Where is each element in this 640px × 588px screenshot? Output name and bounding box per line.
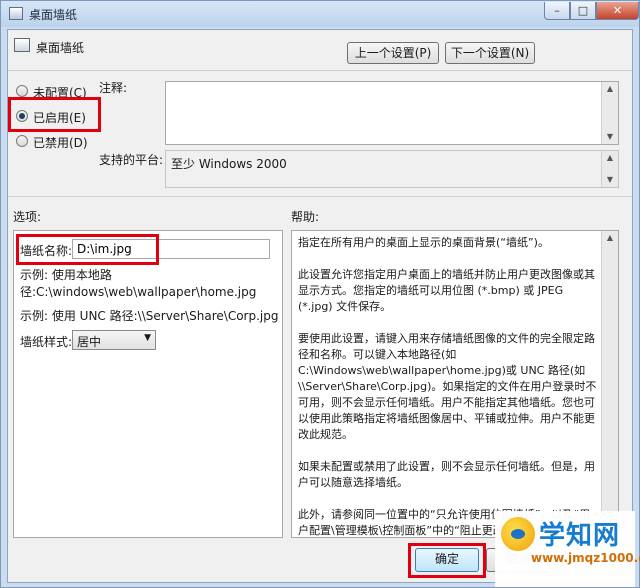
chevron-down-icon[interactable]: ▼ [144, 333, 151, 343]
comment-label: 注释: [99, 81, 128, 95]
platform-value: 至少 Windows 2000 [171, 157, 287, 171]
minimize-button[interactable]: – [544, 2, 570, 20]
options-section-label: 选项: [13, 210, 42, 224]
scroll-up-arrow-icon[interactable]: ▲ [602, 82, 618, 96]
scroll-up-arrow-icon[interactable]: ▲ [602, 231, 618, 245]
radio-disabled-label: 已禁用(D) [33, 136, 88, 150]
middle-divider [8, 196, 632, 197]
scroll-down-arrow-icon[interactable]: ▼ [602, 130, 618, 144]
radio-not-configured-circle[interactable] [16, 85, 28, 97]
window-title: 桌面墙纸 [29, 8, 78, 22]
site-watermark: 学知网 www.jmqz1000.com [495, 511, 640, 587]
wallpaper-style-label: 墙纸样式: [20, 335, 73, 349]
help-scrollbar[interactable]: ▲ ▼ [601, 231, 618, 537]
watermark-logo-icon [501, 517, 535, 551]
wallpaper-style-value: 居中 [77, 335, 102, 349]
example-unc-path: 示例: 使用 UNC 路径:\\Server\Share\Corp.jpg [20, 309, 279, 323]
maximize-button[interactable]: □ [570, 2, 596, 20]
comment-textarea[interactable]: ▲ ▼ [165, 81, 619, 145]
help-panel: 指定在所有用户的桌面上显示的桌面背景(“墙纸”)。 此设置允许您指定用户桌面上的… [291, 230, 619, 538]
scroll-up-arrow-icon[interactable]: ▲ [602, 151, 618, 165]
comment-scrollbar[interactable]: ▲ ▼ [601, 82, 618, 144]
wallpaper-style-select[interactable]: 居中 ▼ [72, 330, 156, 350]
policy-dialog-window: 桌面墙纸 – □ ✕ 桌面墙纸 上一个设置(P) 下一个设置(N) 未配置(C)… [0, 0, 640, 588]
wallpaper-name-highlight-box [16, 234, 159, 265]
dialog-client-area: 桌面墙纸 上一个设置(P) 下一个设置(N) 未配置(C) 已启用(E) 已禁用… [7, 29, 633, 583]
platform-scrollbar[interactable]: ▲ ▼ [601, 151, 618, 187]
next-setting-button[interactable]: 下一个设置(N) [445, 42, 535, 64]
policy-name: 桌面墙纸 [36, 41, 85, 55]
example-local-path: 示例: 使用本地路 径:C:\windows\web\wallpaper\hom… [20, 268, 257, 299]
supported-platform-box: 至少 Windows 2000 ▲ ▼ [165, 150, 619, 188]
radio-disabled-circle[interactable] [16, 135, 28, 147]
platform-label: 支持的平台: [99, 153, 164, 167]
policy-icon [14, 38, 30, 52]
title-bar[interactable]: 桌面墙纸 – □ ✕ [1, 1, 639, 27]
watermark-title: 学知网 [539, 521, 621, 551]
enabled-highlight-box [8, 97, 101, 132]
policy-window-icon [9, 7, 23, 20]
ok-highlight-box [408, 543, 486, 578]
watermark-url: www.jmqz1000.com [531, 551, 640, 565]
previous-setting-button[interactable]: 上一个设置(P) [347, 42, 439, 64]
close-button[interactable]: ✕ [596, 2, 639, 20]
header-divider [8, 70, 632, 71]
help-section-label: 帮助: [291, 210, 320, 224]
help-text: 指定在所有用户的桌面上显示的桌面背景(“墙纸”)。 此设置允许您指定用户桌面上的… [298, 236, 597, 537]
options-panel: 墙纸名称: 示例: 使用本地路 径:C:\windows\web\wallpap… [13, 230, 283, 538]
scroll-down-arrow-icon[interactable]: ▼ [602, 173, 618, 187]
